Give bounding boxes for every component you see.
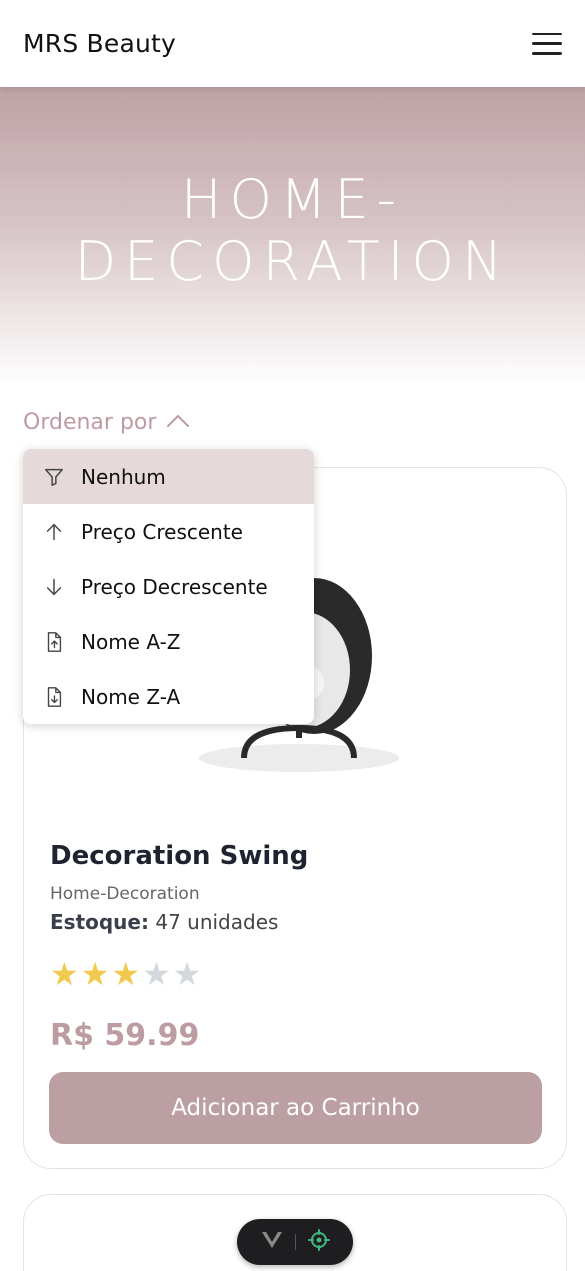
file-down-icon bbox=[43, 686, 65, 708]
product-price: R$ 59.99 bbox=[50, 1018, 200, 1053]
sort-option-label: Preço Decrescente bbox=[81, 574, 268, 599]
brand-logo[interactable]: MRS Beauty bbox=[23, 29, 176, 58]
chevron-up-icon bbox=[166, 410, 190, 435]
sort-option-label: Nome A-Z bbox=[81, 629, 181, 654]
navbar: MRS Beauty bbox=[0, 0, 585, 87]
arrow-down-icon bbox=[43, 576, 65, 598]
sort-option-label: Nome Z-A bbox=[81, 684, 181, 709]
sort-label: Ordenar por bbox=[23, 410, 157, 435]
sort-option-none[interactable]: Nenhum bbox=[23, 449, 314, 504]
page-title: HOME-DECORATION bbox=[74, 168, 511, 293]
crosshair-icon[interactable] bbox=[307, 1229, 330, 1255]
product-title[interactable]: Decoration Swing bbox=[50, 841, 308, 871]
toolbar-divider bbox=[294, 1234, 296, 1250]
sort-option-price-asc[interactable]: Preço Crescente bbox=[23, 504, 314, 559]
devtools-toolbar bbox=[237, 1219, 353, 1265]
product-category: Home-Decoration bbox=[50, 884, 200, 904]
star-icon: ★ bbox=[50, 955, 79, 993]
hero-banner: HOME-DECORATION bbox=[0, 87, 585, 387]
star-icon: ★ bbox=[111, 955, 141, 993]
sort-dropdown: Nenhum Preço Crescente Preço Decrescente… bbox=[23, 449, 314, 724]
star-icon: ★ bbox=[142, 955, 171, 993]
sort-option-label: Preço Crescente bbox=[81, 519, 243, 544]
product-stock: Estoque: 47 unidades bbox=[50, 910, 278, 934]
sort-option-name-az[interactable]: Nome A-Z bbox=[23, 614, 314, 669]
vue-logo-icon[interactable] bbox=[261, 1231, 283, 1253]
add-to-cart-button[interactable]: Adicionar ao Carrinho bbox=[49, 1072, 542, 1144]
sort-option-price-desc[interactable]: Preço Decrescente bbox=[23, 559, 314, 614]
rating-stars: ★ ★ ★ ★ ★ bbox=[50, 958, 201, 990]
file-up-icon bbox=[43, 631, 65, 653]
sort-option-label: Nenhum bbox=[81, 464, 166, 489]
stock-value: 47 unidades bbox=[155, 910, 279, 934]
sort-toggle[interactable]: Ordenar por bbox=[23, 410, 190, 435]
hamburger-menu-icon[interactable] bbox=[532, 32, 562, 55]
arrow-up-icon bbox=[43, 521, 65, 543]
stock-label: Estoque: bbox=[50, 910, 149, 934]
star-icon: ★ bbox=[172, 955, 202, 993]
star-icon: ★ bbox=[80, 955, 110, 993]
filter-icon bbox=[43, 466, 65, 488]
sort-option-name-za[interactable]: Nome Z-A bbox=[23, 669, 314, 724]
